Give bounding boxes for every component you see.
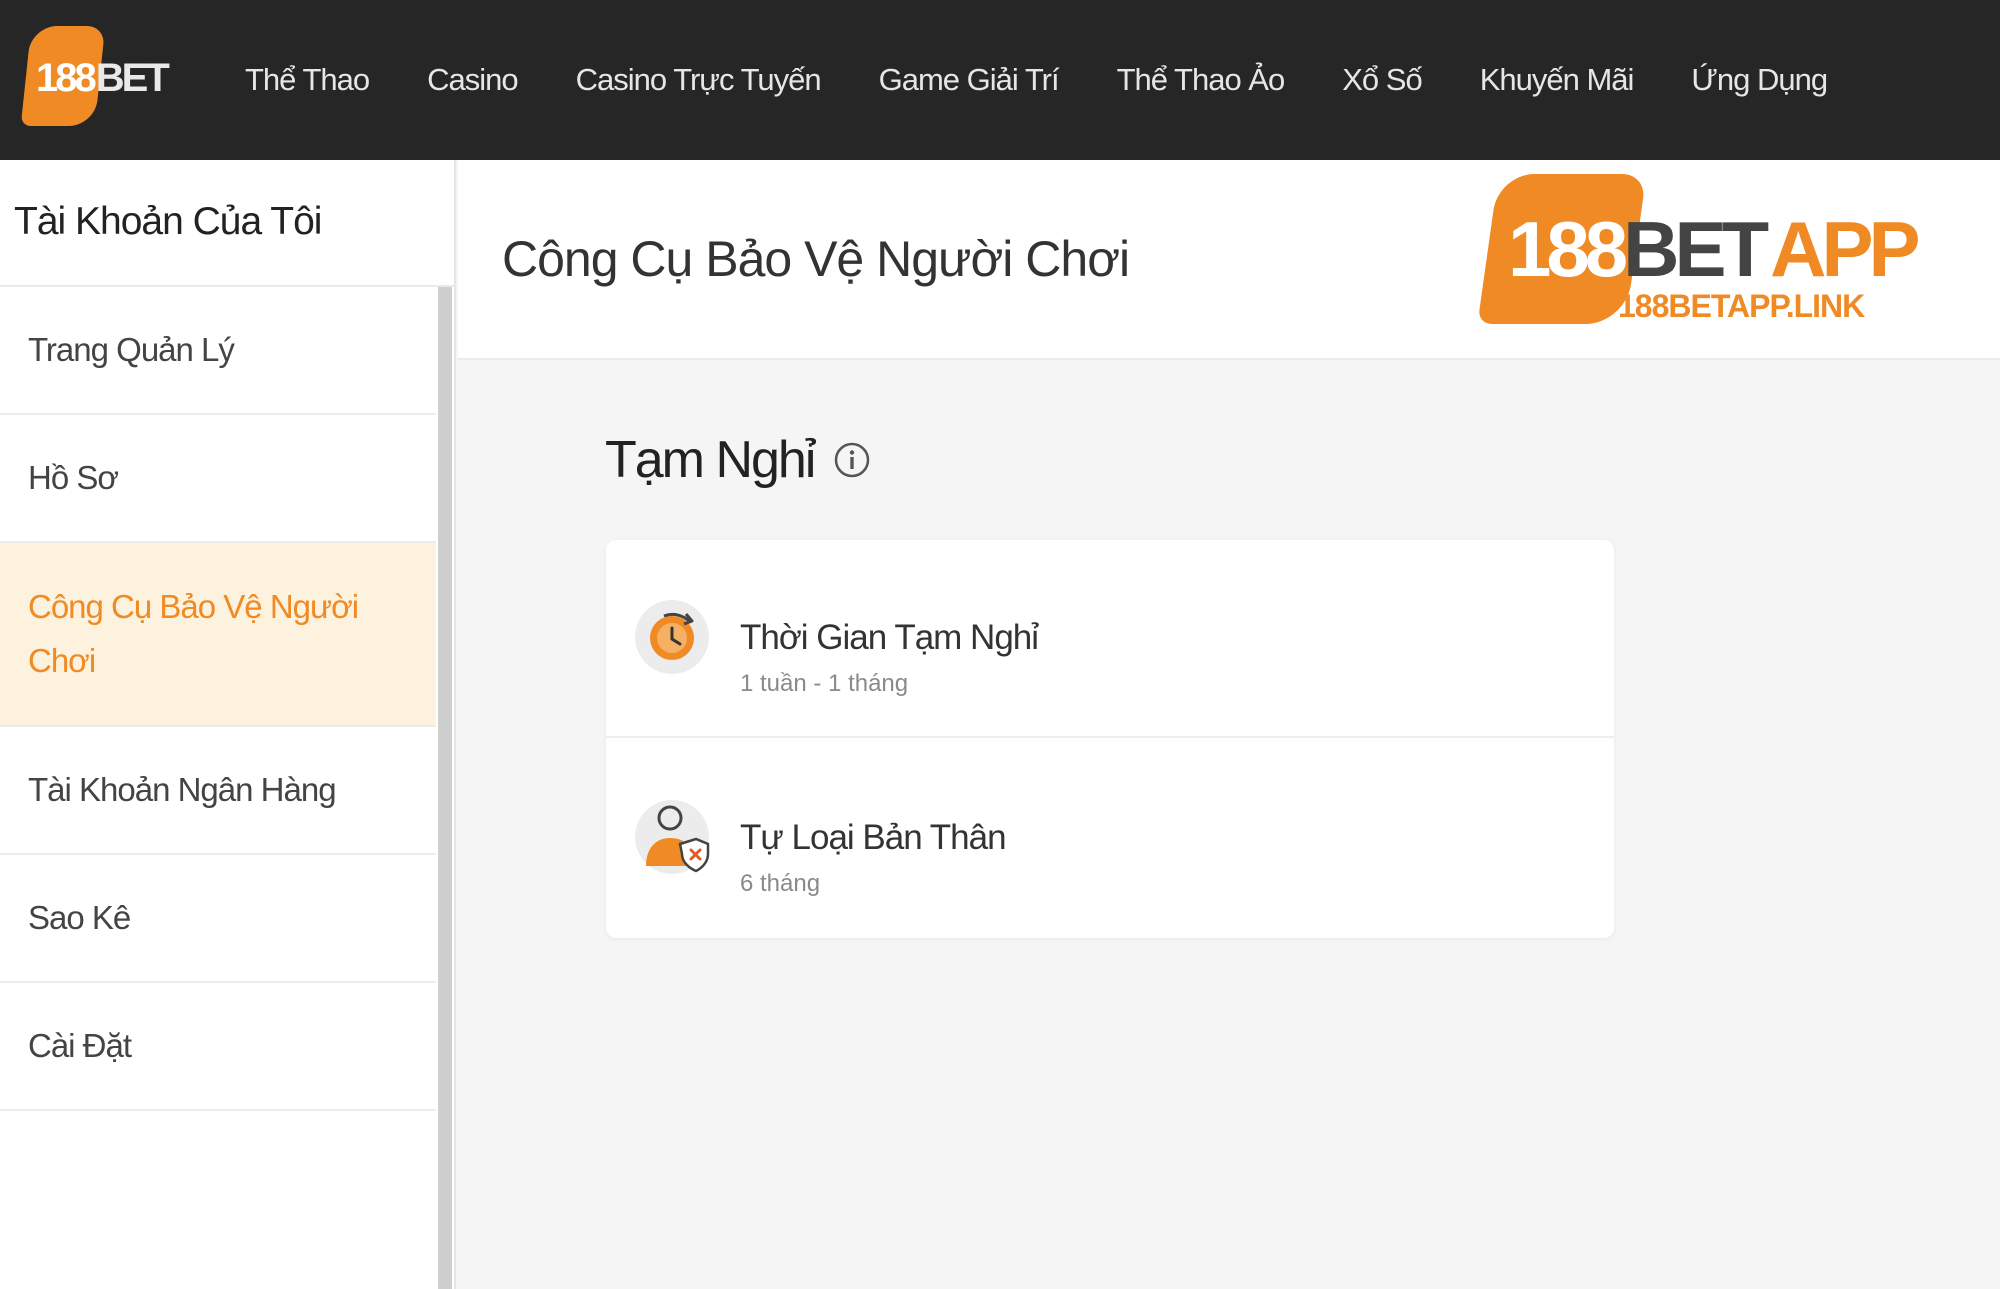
watermark-link: 188BETAPP.LINK	[1618, 288, 1865, 324]
nav-item-game-giai-tri[interactable]: Game Giải Trí	[879, 62, 1060, 98]
option-title: Tự Loại Bản Thân	[740, 818, 1007, 857]
nav-item-ung-dung[interactable]: Ứng Dụng	[1691, 62, 1828, 98]
sidebar-item-trang-quan-ly[interactable]: Trang Quản Lý	[0, 287, 436, 415]
option-title: Thời Gian Tạm Nghỉ	[740, 618, 1039, 657]
sidebar-item-cai-dat[interactable]: Cài Đặt	[0, 983, 436, 1111]
sidebar-item-cong-cu-bao-ve[interactable]: Công Cụ Bảo Vệ Người Chơi	[0, 543, 436, 727]
option-subtitle: 6 tháng	[740, 870, 821, 897]
nav-item-the-thao-ao[interactable]: Thể Thao Ảo	[1117, 62, 1286, 98]
logo-text: 188BET	[36, 56, 170, 100]
nav-item-casino-truc-tuyen[interactable]: Casino Trực Tuyến	[576, 62, 822, 98]
main-nav: Thể Thao Casino Casino Trực Tuyến Game G…	[245, 0, 1885, 160]
watermark-text: 188BETAPP	[1508, 205, 1921, 293]
sidebar-scrollbar[interactable]	[438, 287, 452, 1289]
page-title: Công Cụ Bảo Vệ Người Chơi	[502, 231, 1130, 287]
brand-logo[interactable]: 188BET	[20, 22, 170, 132]
break-options-card: Thời Gian Tạm Nghỉ 1 tuần - 1 tháng Tự L…	[606, 540, 1614, 938]
option-tu-loai-ban-than[interactable]: Tự Loại Bản Thân 6 tháng	[606, 740, 1614, 938]
nav-item-khuyen-mai[interactable]: Khuyến Mãi	[1480, 62, 1635, 98]
watermark-logo: 188BETAPP 188BETAPP.LINK	[1477, 170, 1921, 330]
sidebar-item-sao-ke[interactable]: Sao Kê	[0, 855, 436, 983]
nav-item-casino[interactable]: Casino	[427, 62, 518, 98]
section-title: Tạm Nghỉ	[605, 430, 870, 490]
sidebar-menu: Trang Quản Lý Hồ Sơ Công Cụ Bảo Vệ Người…	[0, 287, 436, 1111]
sidebar-item-tai-khoan-ngan-hang[interactable]: Tài Khoản Ngân Hàng	[0, 727, 436, 855]
section-title-text: Tạm Nghỉ	[605, 431, 816, 489]
nav-item-xo-so[interactable]: Xổ Số	[1342, 62, 1422, 98]
user-shield-icon	[635, 800, 710, 874]
option-thoi-gian-tam-nghi[interactable]: Thời Gian Tạm Nghỉ 1 tuần - 1 tháng	[606, 540, 1614, 738]
option-subtitle: 1 tuần - 1 tháng	[740, 670, 909, 697]
sidebar-title: Tài Khoản Của Tôi	[0, 160, 454, 287]
top-nav-bar: 188BET Thể Thao Casino Casino Trực Tuyến…	[0, 0, 2000, 160]
nav-item-the-thao[interactable]: Thể Thao	[245, 62, 370, 98]
timer-icon	[635, 600, 709, 674]
account-sidebar: Tài Khoản Của Tôi Trang Quản Lý Hồ Sơ Cô…	[0, 160, 456, 1289]
info-icon[interactable]	[834, 442, 870, 478]
sidebar-item-ho-so[interactable]: Hồ Sơ	[0, 415, 436, 543]
